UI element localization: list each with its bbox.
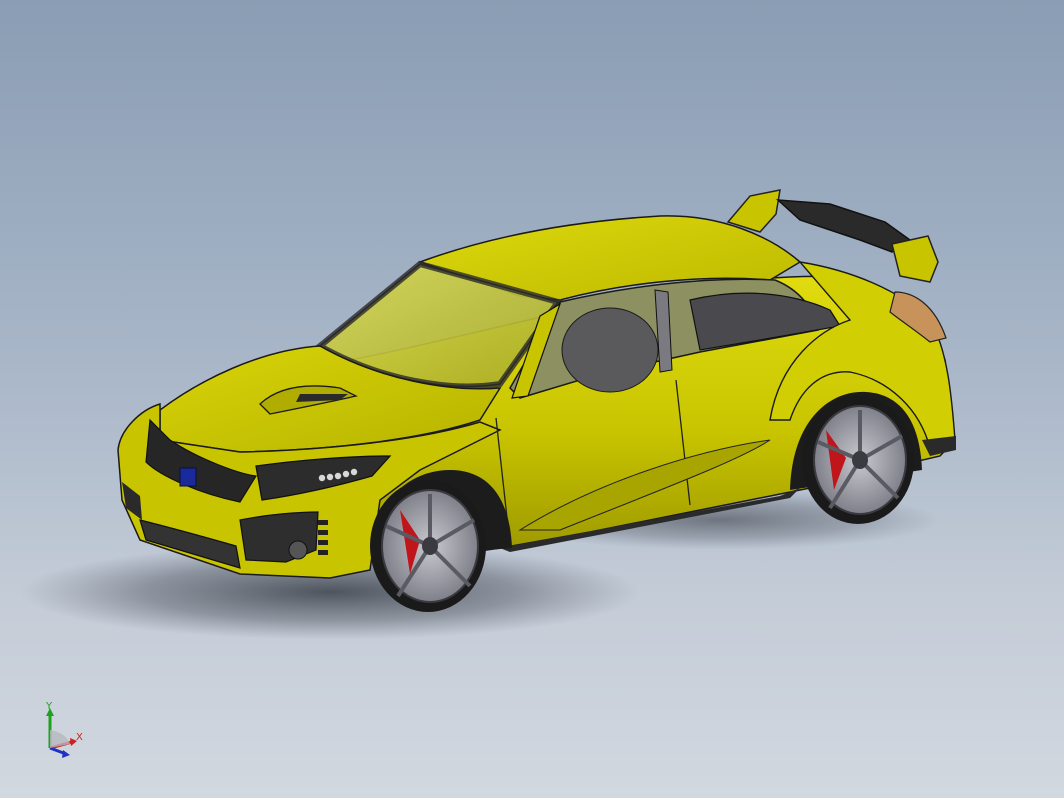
rear-wheel bbox=[802, 396, 914, 524]
triad-x-label: X bbox=[76, 732, 83, 743]
car-model[interactable] bbox=[0, 0, 1064, 798]
front-badge bbox=[179, 467, 197, 487]
seat-back bbox=[561, 307, 659, 393]
fog-light bbox=[288, 540, 308, 560]
coordinate-triad: Y X bbox=[45, 701, 83, 758]
triad-y-label: Y bbox=[45, 701, 53, 712]
front-wheel bbox=[370, 480, 486, 612]
graphics-viewport[interactable]: Y X bbox=[0, 0, 1064, 798]
